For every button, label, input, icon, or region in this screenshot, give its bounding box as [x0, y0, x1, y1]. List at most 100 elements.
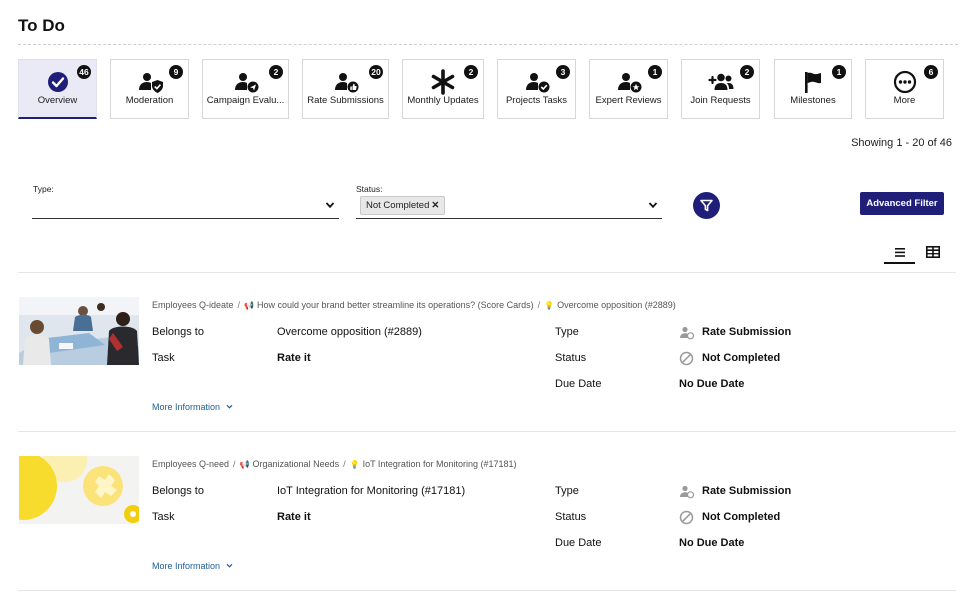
puzzle-image [19, 456, 139, 524]
user-rate-icon [680, 485, 694, 499]
megaphone-icon: 📢 [244, 301, 255, 310]
chevron-down-icon [226, 563, 232, 568]
status-label: Status [555, 511, 587, 523]
breadcrumb: Employees Q-need / 📢 Organizational Needs / 💡… [152, 459, 517, 469]
tab-label: Join Requests [690, 95, 751, 106]
count-badge: 6 [924, 65, 938, 79]
status-select[interactable]: Not Completed ✕ [356, 194, 662, 219]
tab-join-requests[interactable]: Join Requests 2 [681, 59, 760, 119]
chevron-down-icon [226, 404, 232, 409]
submission-thumbnail[interactable] [19, 297, 139, 365]
breadcrumb-separator: / [237, 300, 241, 310]
breadcrumb-item[interactable]: Employees Q-ideate [152, 300, 234, 310]
user-check-icon [525, 73, 549, 93]
status-value: Not Completed [702, 511, 781, 523]
tab-label: Projects Tasks [505, 95, 568, 106]
count-badge: 9 [169, 65, 183, 79]
breadcrumb: Employees Q-ideate / 📢 How could your brand… [152, 300, 676, 310]
user-star-icon [617, 73, 641, 93]
tab-projects-tasks[interactable]: Projects Tasks 3 [497, 59, 576, 119]
type-label: Type [555, 326, 579, 338]
due-date-value: No Due Date [679, 537, 745, 549]
user-add-group-icon [707, 73, 733, 90]
breadcrumb-item[interactable]: Overcome opposition (#2889) [557, 300, 676, 310]
submission-thumbnail[interactable] [19, 456, 139, 524]
tab-monthly-updates[interactable]: Monthly Updates 2 [402, 59, 484, 119]
status-label: Status [555, 352, 587, 364]
task-label: Task [152, 352, 175, 364]
divider [18, 272, 956, 273]
user-shield-icon [138, 73, 163, 93]
chevron-down-icon [325, 202, 335, 209]
count-badge: 2 [464, 65, 478, 79]
tab-expert-reviews[interactable]: Expert Reviews 1 [589, 59, 668, 119]
check-circle-icon [47, 72, 68, 92]
chip-remove-icon[interactable]: ✕ [431, 200, 439, 211]
lightbulb-icon: 💡 [349, 460, 360, 469]
table-icon [926, 246, 940, 258]
count-badge: 46 [77, 65, 91, 79]
list-item: Employees Q-need / 📢 Organizational Needs / 💡… [18, 456, 956, 592]
count-badge: 1 [648, 65, 662, 79]
type-filter-label: Type: [33, 184, 54, 194]
more-dots-icon [893, 70, 916, 94]
not-completed-icon [679, 510, 694, 525]
tab-campaign-evaluation[interactable]: Campaign Evalu... 2 [202, 59, 289, 119]
divider [18, 431, 956, 432]
funnel-icon [700, 199, 713, 212]
tab-milestones[interactable]: Milestones 1 [774, 59, 852, 119]
list-view-toggle[interactable] [884, 242, 915, 264]
more-information-link[interactable]: More Information [152, 561, 233, 571]
tab-moderation[interactable]: Moderation 9 [110, 59, 189, 119]
count-badge: 3 [556, 65, 570, 79]
breadcrumb-item[interactable]: Employees Q-need [152, 459, 229, 469]
tab-label: Rate Submissions [307, 95, 384, 106]
breadcrumb-item[interactable]: Organizational Needs [253, 459, 340, 469]
flag-icon [805, 72, 821, 93]
tab-label: Milestones [790, 95, 836, 106]
due-date-label: Due Date [555, 378, 602, 390]
megaphone-icon: 📢 [239, 460, 250, 469]
not-completed-icon [679, 351, 694, 366]
status-chip-label: Not Completed [366, 200, 430, 211]
team-meeting-image [19, 297, 139, 365]
breadcrumb-item[interactable]: How could your brand better streamline i… [257, 300, 534, 310]
status-value: Not Completed [702, 352, 781, 364]
breadcrumb-separator: / [537, 300, 541, 310]
belongs-to-value[interactable]: Overcome opposition (#2889) [277, 326, 422, 338]
more-information-link[interactable]: More Information [152, 402, 233, 412]
tab-label: Monthly Updates [407, 95, 479, 106]
list-item: Employees Q-ideate / 📢 How could your brand… [18, 297, 956, 447]
tab-label: Overview [37, 95, 78, 106]
tab-overview[interactable]: Overview 46 [18, 59, 97, 119]
list-icon [895, 248, 905, 257]
more-information-label: More Information [152, 402, 221, 412]
tab-label: Moderation [125, 95, 174, 106]
user-rate-icon [680, 326, 694, 340]
type-label: Type [555, 485, 579, 497]
user-send-icon [234, 73, 258, 93]
breadcrumb-item[interactable]: IoT Integration for Monitoring (#17181) [363, 459, 517, 469]
tab-label: Expert Reviews [595, 95, 662, 106]
tab-more[interactable]: More 6 [865, 59, 944, 119]
results-count: Showing 1 - 20 of 46 [851, 137, 952, 149]
type-value: Rate Submission [702, 326, 792, 338]
tab-label: Campaign Evalu... [206, 95, 285, 106]
apply-filter-button[interactable] [693, 192, 720, 219]
count-badge: 20 [369, 65, 383, 79]
due-date-value: No Due Date [679, 378, 745, 390]
type-value: Rate Submission [702, 485, 792, 497]
count-badge: 2 [269, 65, 283, 79]
more-information-label: More Information [152, 561, 221, 571]
status-chip: Not Completed ✕ [360, 196, 446, 215]
grid-view-toggle[interactable] [920, 242, 946, 264]
page-title: To Do [18, 16, 65, 35]
breadcrumb-separator: / [343, 459, 346, 469]
belongs-to-value[interactable]: IoT Integration for Monitoring (#17181) [277, 485, 465, 497]
title-divider [18, 44, 958, 45]
type-select[interactable] [32, 194, 339, 219]
chevron-down-icon [648, 202, 658, 209]
lightbulb-icon: 💡 [544, 301, 555, 310]
advanced-filter-button[interactable]: Advanced Filter [860, 192, 944, 215]
tab-rate-submissions[interactable]: Rate Submissions 20 [302, 59, 389, 119]
